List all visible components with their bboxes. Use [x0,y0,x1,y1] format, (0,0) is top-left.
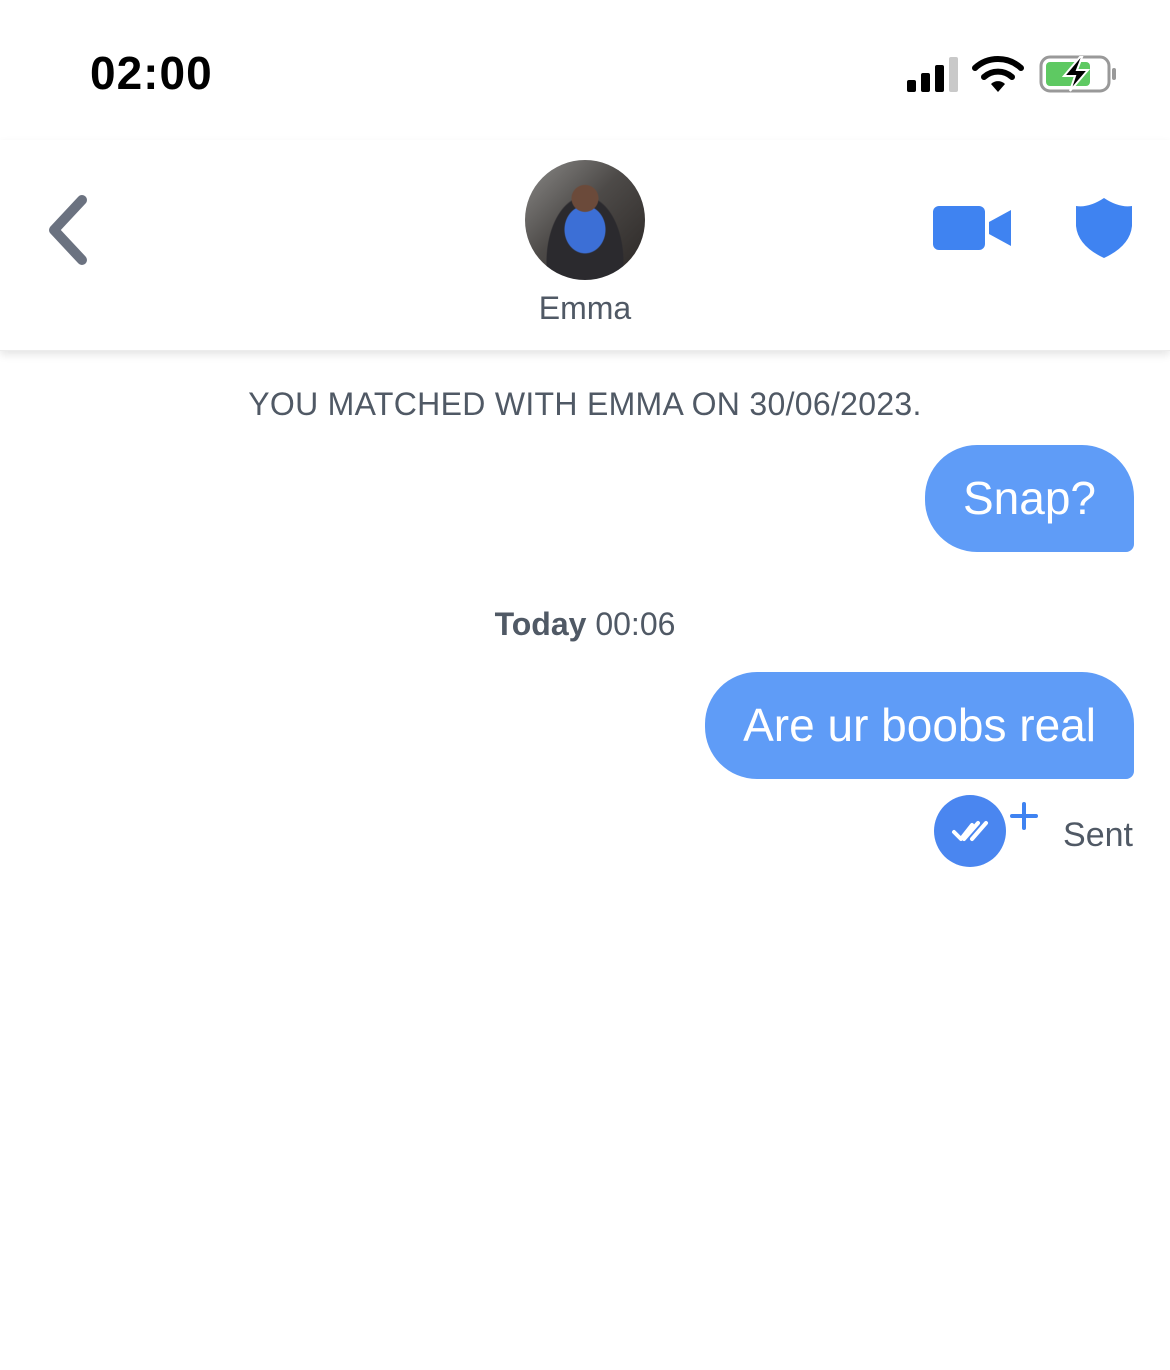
contact-name[interactable]: Emma [0,290,1170,327]
sent-status: Sent [1063,816,1133,854]
plus-icon[interactable] [1008,800,1040,832]
avatar[interactable] [525,160,645,280]
shield-icon[interactable] [1074,196,1134,260]
timestamp-day: Today [494,606,587,642]
double-check-icon [952,821,988,841]
match-date-note: YOU MATCHED WITH EMMA ON 30/06/2023. [248,386,922,422]
back-button[interactable] [40,192,100,268]
status-time: 02:00 [90,47,213,99]
wifi-icon [972,56,1024,92]
timestamp-time: 00:06 [595,606,676,642]
message-bubble[interactable]: Snap? [924,445,1134,552]
chat-header: Emma [0,140,1170,351]
cellular-signal-icon [907,57,958,92]
message-bubble[interactable]: Are ur boobs real [705,672,1134,779]
battery-charging-icon [1039,55,1116,93]
status-bar: 02:00 [0,0,1170,140]
message-timestamp: Today 00:06 [0,606,1170,643]
video-camera-icon[interactable] [930,200,1014,256]
read-receipt-button[interactable] [934,795,1006,867]
